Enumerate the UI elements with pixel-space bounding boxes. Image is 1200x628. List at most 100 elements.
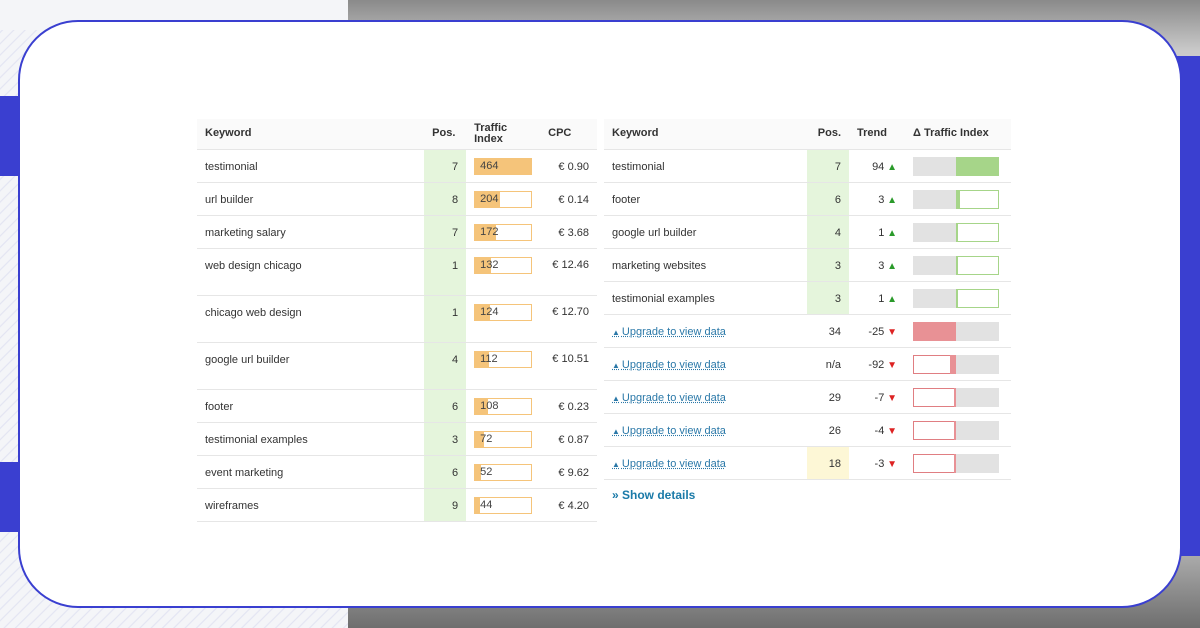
delta-traffic-bar: [913, 156, 999, 176]
trend-cell: 1 ▲: [849, 215, 905, 249]
keyword-cell[interactable]: ▲ Upgrade to view data: [604, 314, 807, 348]
delta-traffic-cell: [905, 347, 1011, 381]
delta-traffic-fill: [954, 453, 956, 473]
trend-value: -7: [874, 391, 885, 404]
cpc-cell: € 9.62: [540, 455, 597, 489]
traffic-index-value: 44: [480, 498, 493, 511]
trend-value: -92: [868, 358, 885, 371]
table-row[interactable]: testimonial examples 3 72 € 0.87: [197, 422, 597, 456]
col-header-pos: Pos.: [424, 119, 467, 150]
table-row[interactable]: google url builder 4 112 € 10.51: [197, 342, 597, 390]
keyword-cell: google url builder: [604, 215, 807, 249]
upgrade-link-label: Upgrade to view data: [621, 424, 726, 437]
upgrade-link[interactable]: ▲ Upgrade to view data: [612, 425, 726, 437]
upgrade-link[interactable]: ▲ Upgrade to view data: [612, 458, 726, 470]
table-header-row: Keyword Pos. Traffic Index CPC: [197, 119, 597, 150]
position-cell: 4: [424, 342, 467, 390]
traffic-index-value: 204: [480, 192, 499, 205]
delta-traffic-box: [956, 288, 999, 308]
keyword-cell: chicago web design: [197, 295, 425, 343]
table-row[interactable]: url builder 8 204 € 0.14: [197, 182, 597, 216]
table-row[interactable]: ▲ Upgrade to view data n/a -92 ▼: [604, 347, 1011, 381]
traffic-index-cell: 108: [466, 389, 541, 423]
upgrade-link[interactable]: ▲ Upgrade to view data: [612, 392, 726, 404]
position-cell: 6: [807, 182, 849, 216]
col-header-traffic-index: Traffic Index: [466, 119, 541, 150]
trend-cell: -7 ▼: [849, 380, 905, 414]
position-cell: n/a: [807, 347, 849, 381]
table-row[interactable]: chicago web design 1 124 € 12.70: [197, 295, 597, 343]
traffic-index-bar: 52: [474, 463, 533, 481]
keyword-cell[interactable]: ▲ Upgrade to view data: [604, 446, 807, 480]
traffic-index-bar: 172: [474, 223, 533, 241]
delta-traffic-bar: [913, 321, 999, 341]
cpc-cell: € 0.87: [540, 422, 597, 456]
traffic-index-value: 108: [480, 399, 499, 412]
keyword-cell: url builder: [197, 182, 425, 216]
table-row[interactable]: testimonial 7 464 € 0.90: [197, 149, 597, 183]
show-details-link[interactable]: » Show details: [604, 480, 1011, 510]
position-cell: 29: [807, 380, 849, 414]
delta-traffic-cell: [905, 446, 1011, 480]
upgrade-link-label: Upgrade to view data: [621, 391, 726, 404]
traffic-index-value: 52: [480, 465, 493, 478]
delta-traffic-bar: [913, 420, 999, 440]
table-row[interactable]: footer 6 3 ▲: [604, 182, 1011, 216]
delta-traffic-cell: [905, 182, 1011, 216]
trend-cell: -3 ▼: [849, 446, 905, 480]
arrow-down-icon: ▼: [884, 458, 897, 470]
upgrade-link[interactable]: ▲ Upgrade to view data: [612, 359, 726, 371]
table-row[interactable]: ▲ Upgrade to view data 18 -3 ▼: [604, 446, 1011, 480]
keyword-cell: footer: [197, 389, 425, 423]
keyword-cell: testimonial: [197, 149, 425, 183]
table-row[interactable]: web design chicago 1 132 € 12.46: [197, 248, 597, 296]
upgrade-link[interactable]: ▲ Upgrade to view data: [612, 326, 726, 338]
table-row[interactable]: ▲ Upgrade to view data 34 -25 ▼: [604, 314, 1011, 348]
keyword-cell: marketing salary: [197, 215, 425, 249]
position-cell: 3: [807, 281, 849, 315]
table-row[interactable]: google url builder 4 1 ▲: [604, 215, 1011, 249]
table-row[interactable]: testimonial 7 94 ▲: [604, 149, 1011, 183]
table-row[interactable]: marketing salary 7 172 € 3.68: [197, 215, 597, 249]
traffic-index-bar: 112: [474, 350, 533, 368]
traffic-index-value: 132: [480, 258, 499, 271]
table-row[interactable]: ▲ Upgrade to view data 29 -7 ▼: [604, 380, 1011, 414]
delta-traffic-cell: [905, 281, 1011, 315]
table-row[interactable]: wireframes 9 44 € 4.20: [197, 488, 597, 522]
traffic-index-bar: 204: [474, 190, 533, 208]
arrow-up-icon: ▲: [884, 260, 897, 272]
delta-traffic-fill: [913, 321, 956, 341]
keyword-cell[interactable]: ▲ Upgrade to view data: [604, 413, 807, 447]
upgrade-link-label: Upgrade to view data: [621, 358, 726, 371]
arrow-down-icon: ▼: [884, 425, 897, 437]
traffic-index-value: 112: [480, 352, 498, 365]
table-row[interactable]: marketing websites 3 3 ▲: [604, 248, 1011, 282]
position-cell: 3: [424, 422, 467, 456]
table-row[interactable]: ▲ Upgrade to view data 26 -4 ▼: [604, 413, 1011, 447]
position-cell: 1: [424, 295, 467, 343]
trend-cell: 1 ▲: [849, 281, 905, 315]
delta-traffic-box: [913, 387, 956, 407]
delta-traffic-fill: [956, 189, 961, 209]
arrow-up-icon: ▲: [884, 227, 897, 239]
traffic-index-bar: 124: [474, 303, 533, 321]
position-cell: 8: [424, 182, 467, 216]
traffic-index-cell: 44: [466, 488, 541, 522]
col-header-pos: Pos.: [807, 119, 849, 150]
keyword-cell: wireframes: [197, 488, 425, 522]
table-row[interactable]: testimonial examples 3 1 ▲: [604, 281, 1011, 315]
table-header-row: Keyword Pos. Trend Δ Traffic Index: [604, 119, 1011, 150]
delta-traffic-fill: [956, 255, 958, 275]
keyword-cell[interactable]: ▲ Upgrade to view data: [604, 347, 807, 381]
traffic-index-cell: 124: [466, 295, 541, 343]
col-header-keyword: Keyword: [197, 119, 425, 150]
keyword-cell: event marketing: [197, 455, 425, 489]
delta-traffic-cell: [905, 413, 1011, 447]
cpc-cell: € 10.51: [540, 342, 597, 390]
keyword-cell: testimonial: [604, 149, 807, 183]
table-row[interactable]: footer 6 108 € 0.23: [197, 389, 597, 423]
col-header-delta-traffic-index: Δ Traffic Index: [905, 119, 1011, 150]
cpc-cell: € 12.46: [540, 248, 597, 296]
table-row[interactable]: event marketing 6 52 € 9.62: [197, 455, 597, 489]
keyword-cell[interactable]: ▲ Upgrade to view data: [604, 380, 807, 414]
